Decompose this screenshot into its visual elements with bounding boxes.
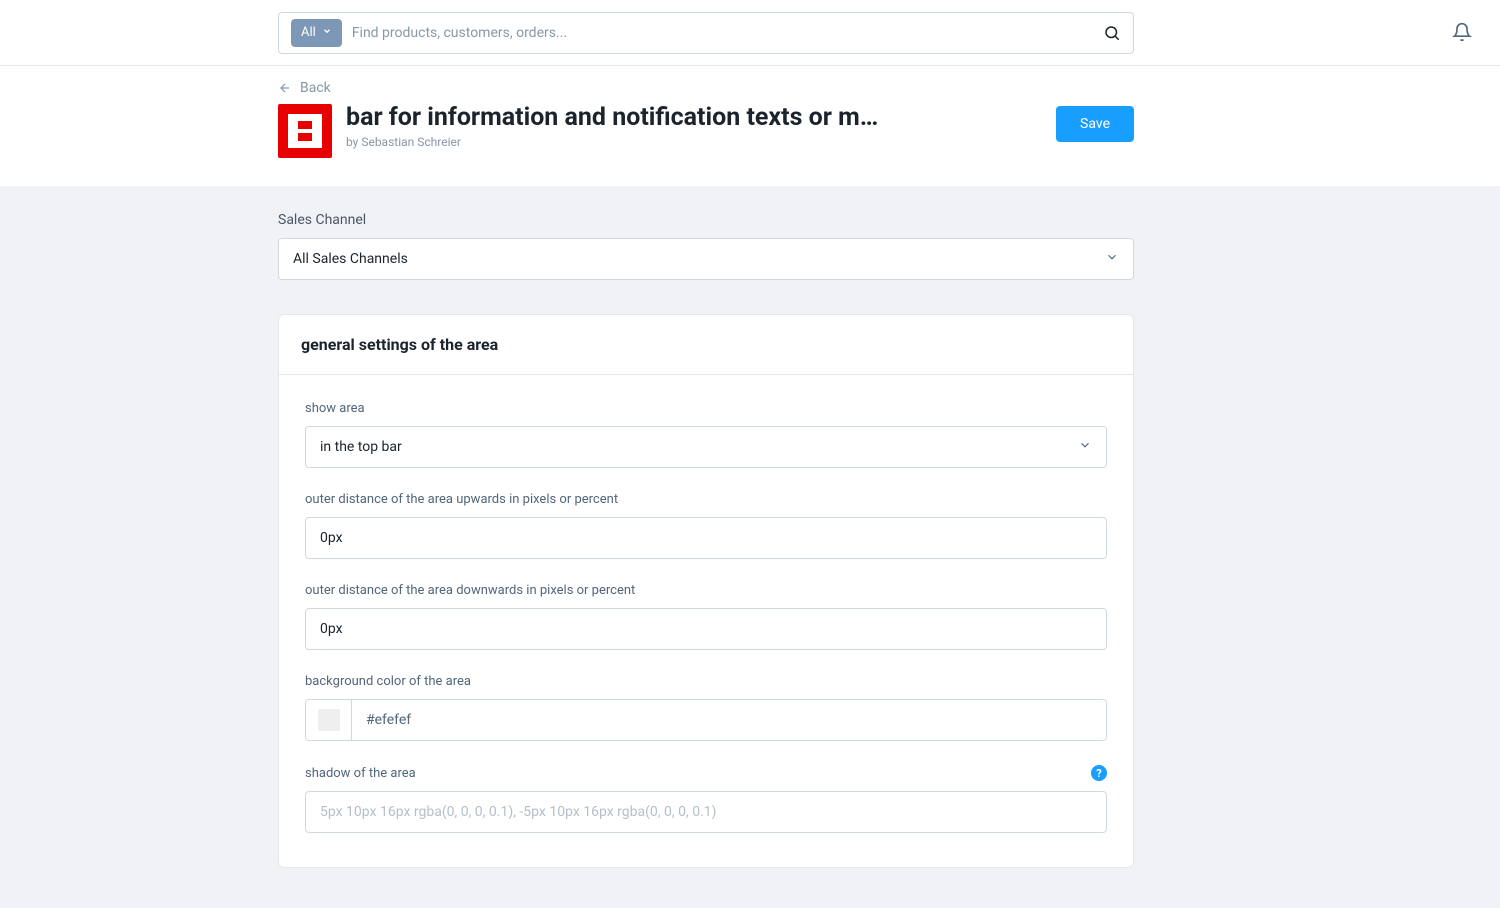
search-input[interactable]: [352, 25, 1103, 41]
settings-card: general settings of the area show area i…: [278, 314, 1134, 868]
page-body: Sales Channel All Sales Channels general…: [0, 186, 1500, 908]
bg-color-label: background color of the area: [305, 674, 1107, 689]
chevron-down-icon: [1105, 250, 1119, 268]
plugin-icon: [278, 104, 332, 158]
notifications-icon[interactable]: [1452, 22, 1472, 46]
color-swatch: [318, 709, 340, 731]
outer-top-input[interactable]: [305, 517, 1107, 559]
outer-bottom-input[interactable]: [305, 608, 1107, 650]
save-button[interactable]: Save: [1056, 106, 1134, 142]
card-header: general settings of the area: [279, 315, 1133, 375]
page-title: bar for information and notification tex…: [346, 102, 1042, 133]
shadow-label: shadow of the area: [305, 766, 416, 781]
color-swatch-button[interactable]: [306, 700, 352, 740]
chevron-down-icon: [322, 25, 332, 40]
help-icon[interactable]: ?: [1091, 765, 1107, 781]
shadow-input[interactable]: [305, 791, 1107, 833]
outer-bottom-label: outer distance of the area downwards in …: [305, 583, 1107, 598]
search-bar: All: [278, 12, 1134, 54]
back-link[interactable]: Back: [278, 80, 1134, 96]
show-area-select[interactable]: in the top bar: [305, 426, 1107, 468]
show-area-value: in the top bar: [320, 439, 402, 455]
sales-channel-value: All Sales Channels: [293, 251, 408, 267]
top-bar: All: [0, 0, 1500, 66]
card-title: general settings of the area: [301, 335, 1111, 354]
field-bg-color: background color of the area: [305, 674, 1107, 741]
sales-channel-select[interactable]: All Sales Channels: [278, 238, 1134, 280]
back-label: Back: [300, 80, 331, 96]
search-filter-label: All: [301, 25, 316, 40]
arrow-left-icon: [278, 81, 292, 95]
chevron-down-icon: [1078, 438, 1092, 456]
search-filter-button[interactable]: All: [291, 19, 342, 47]
field-outer-top: outer distance of the area upwards in pi…: [305, 492, 1107, 559]
field-show-area: show area in the top bar: [305, 401, 1107, 468]
plugin-author: by Sebastian Schreier: [346, 135, 1042, 149]
sales-channel-label: Sales Channel: [278, 212, 1134, 228]
page-header: Back bar for information and notificatio…: [0, 66, 1500, 186]
outer-top-label: outer distance of the area upwards in pi…: [305, 492, 1107, 507]
show-area-label: show area: [305, 401, 1107, 416]
bg-color-input[interactable]: [352, 700, 1106, 740]
field-shadow: shadow of the area ?: [305, 765, 1107, 833]
field-outer-bottom: outer distance of the area downwards in …: [305, 583, 1107, 650]
search-icon[interactable]: [1103, 24, 1121, 42]
